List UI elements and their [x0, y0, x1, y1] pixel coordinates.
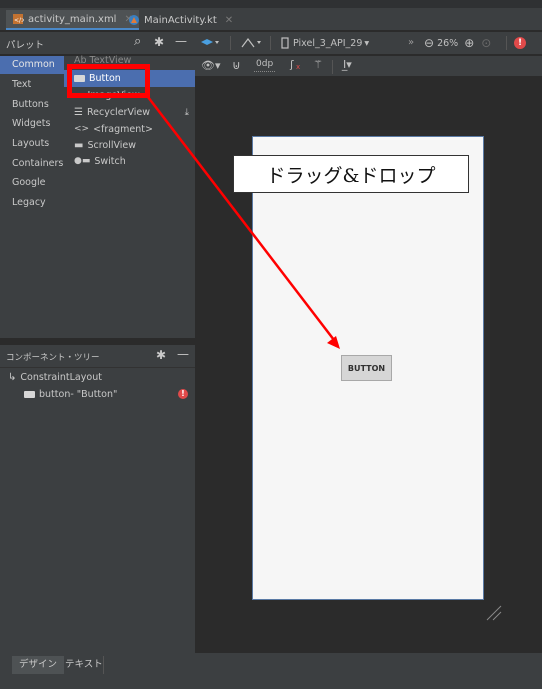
drag-arrow — [147, 96, 340, 349]
drag-drop-callout: ドラッグ&ドロップ — [233, 155, 469, 193]
